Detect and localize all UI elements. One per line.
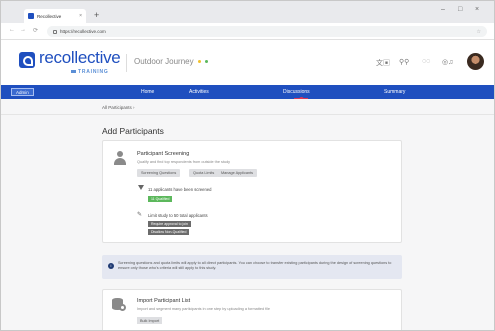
url-field[interactable]: https://recollective.com ☆	[47, 26, 487, 37]
info-icon: i	[108, 263, 114, 269]
browser-tab[interactable]: Recollective ×	[24, 9, 86, 23]
disallow-nonqualified-badge: Disallow Non-Qualified	[148, 229, 190, 235]
import-description: Import and segment many participants in …	[137, 307, 270, 311]
avatar[interactable]	[467, 53, 484, 70]
screening-description: Qualify and find top respondents from ou…	[137, 160, 231, 164]
bulk-import-button[interactable]: Bulk Import	[137, 317, 163, 324]
tab-strip: Recollective × + – □ ×	[1, 1, 494, 23]
nav-discussions[interactable]: Discussions	[283, 89, 310, 95]
admin-button[interactable]: Admin	[11, 88, 34, 96]
nav-home[interactable]: Home	[141, 89, 154, 95]
manage-applicants-button[interactable]: Manage Applicants	[217, 169, 258, 177]
participant-icon	[113, 151, 127, 165]
logo-text[interactable]: recollective	[39, 48, 121, 68]
close-window-icon[interactable]: ×	[475, 6, 479, 13]
nav-summary[interactable]: Summary	[384, 89, 405, 95]
status-dot-yellow	[197, 60, 201, 64]
new-tab-button[interactable]: +	[94, 10, 99, 20]
translate-icon[interactable]: 文▣	[376, 58, 390, 68]
status-dot-green	[205, 60, 209, 64]
bookmark-star-icon[interactable]: ☆	[477, 29, 481, 35]
forward-arrow-icon[interactable]: →	[20, 27, 26, 33]
project-switcher[interactable]: Outdoor Journey	[134, 57, 209, 66]
back-arrow-icon[interactable]: ←	[9, 27, 15, 33]
recollective-logo-icon[interactable]	[19, 52, 35, 68]
messages-icon[interactable]: ◌◌	[422, 58, 430, 65]
notice-text: Screening questions and quota limits wil…	[118, 261, 392, 270]
qualified-badge: 11 Qualified	[148, 196, 173, 202]
limit-applicants-text[interactable]: Limit study to 50 total applicants	[148, 213, 208, 218]
main-nav: Admin Home Activities Discussions Summar…	[1, 85, 494, 99]
address-bar: ← → ⟳ https://recollective.com ☆	[1, 23, 494, 40]
applicants-screened-text: 11 applicants have been screened	[148, 187, 212, 192]
lock-icon	[53, 29, 57, 34]
header-divider	[126, 54, 127, 72]
import-title: Import Participant List	[137, 298, 191, 304]
database-gear-icon	[112, 298, 126, 312]
breadcrumb-link[interactable]: All Participants ›	[102, 105, 135, 110]
breadcrumb: All Participants ›	[1, 99, 494, 115]
recollective-favicon-icon	[28, 13, 34, 19]
quota-limits-button[interactable]: Quota Limits	[189, 169, 219, 177]
logo-subtitle: TRAINING	[71, 69, 109, 75]
minimize-icon[interactable]: –	[441, 6, 445, 13]
page-content: Add Participants Participant Screening Q…	[1, 115, 494, 330]
screening-title: Participant Screening	[137, 151, 190, 157]
screening-card: Participant Screening Qualify and find t…	[102, 140, 402, 243]
require-approval-badge: Require approval to join	[148, 221, 191, 227]
filter-funnel-icon	[138, 185, 144, 190]
graduation-cap-icon	[71, 70, 76, 74]
info-notice: i Screening questions and quota limits w…	[102, 255, 402, 279]
edit-limit-icon[interactable]: ✎	[137, 211, 142, 218]
app-header: recollective TRAINING Outdoor Journey 文▣…	[1, 40, 494, 85]
project-name: Outdoor Journey	[134, 57, 194, 66]
tab-title: Recollective	[37, 13, 62, 19]
admin-label: Admin	[16, 89, 29, 95]
nav-activities[interactable]: Activities	[189, 89, 209, 95]
import-card: Import Participant List Import and segme…	[102, 289, 402, 330]
maximize-icon[interactable]: □	[458, 6, 462, 13]
reload-icon[interactable]: ⟳	[33, 27, 38, 34]
page-title: Add Participants	[102, 126, 164, 136]
search-users-icon[interactable]: ⚲⚲	[399, 58, 409, 66]
screening-questions-button[interactable]: Screening Questions	[137, 169, 181, 177]
browser-window: Recollective × + – □ × ← → ⟳ https://rec…	[0, 0, 495, 331]
notifications-icon[interactable]: ◎♫	[442, 58, 453, 66]
url-text: https://recollective.com	[60, 29, 106, 34]
tab-close-icon[interactable]: ×	[79, 13, 82, 19]
